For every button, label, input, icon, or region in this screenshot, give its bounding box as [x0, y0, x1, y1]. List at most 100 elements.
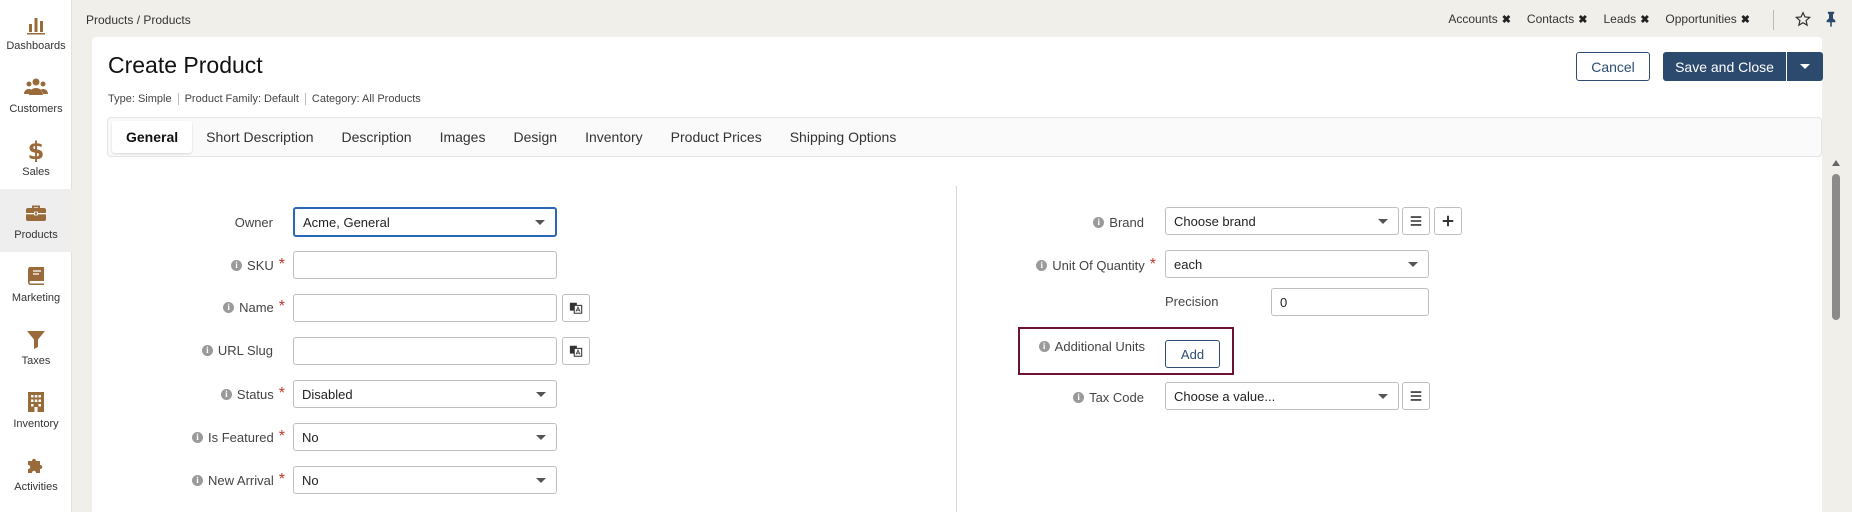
info-icon[interactable]: i: [223, 301, 235, 313]
info-icon[interactable]: i: [201, 344, 213, 356]
users-icon: [24, 78, 48, 95]
is-featured-label-text: Is Featured: [208, 429, 274, 445]
new-arrival-label: i New Arrival *: [160, 470, 285, 490]
divider: [1773, 10, 1774, 30]
save-and-close-button[interactable]: Save and Close: [1663, 52, 1786, 81]
filter-icon: [27, 331, 45, 349]
pin-label[interactable]: Accounts: [1448, 12, 1497, 26]
scrollbar-thumb[interactable]: [1832, 174, 1840, 320]
is-featured-label: i Is Featured *: [160, 427, 285, 447]
tab-product-prices[interactable]: Product Prices: [657, 121, 776, 153]
status-label-text: Status: [236, 386, 274, 402]
info-icon[interactable]: i: [192, 474, 204, 486]
tax-code-list-button[interactable]: [1402, 382, 1430, 410]
chevron-down-icon: [1408, 262, 1418, 267]
new-arrival-value: No: [302, 472, 319, 488]
info-icon[interactable]: i: [192, 431, 203, 443]
tab-general[interactable]: General: [112, 121, 193, 153]
name-label-text: Name: [239, 299, 274, 315]
pin-label[interactable]: Contacts: [1527, 12, 1574, 26]
building-icon: [28, 392, 44, 412]
tab-description[interactable]: Description: [328, 121, 426, 153]
required-asterisk: *: [278, 298, 285, 315]
brand-label: i Brand: [1000, 212, 1144, 232]
sku-label: i SKU *: [160, 255, 285, 275]
tax-code-select[interactable]: Choose a value...: [1165, 382, 1399, 410]
pin-label[interactable]: Leads: [1603, 12, 1636, 26]
is-featured-select[interactable]: No: [293, 423, 557, 451]
pin-leads[interactable]: Leads ✖: [1603, 12, 1649, 26]
meta-category: Category: All Products: [304, 93, 427, 105]
status-select[interactable]: Disabled: [293, 380, 557, 408]
info-icon[interactable]: i: [1036, 259, 1048, 271]
sidebar-item-activities[interactable]: Activities: [0, 441, 72, 504]
breadcrumb[interactable]: Products / Products: [86, 13, 191, 27]
owner-label: Owner: [160, 212, 273, 232]
bar-chart-icon: [27, 18, 45, 35]
close-icon[interactable]: ✖: [1578, 13, 1587, 26]
tab-short-description[interactable]: Short Description: [192, 121, 327, 153]
puzzle-icon: [28, 458, 43, 473]
top-bar: Products / Products Accounts ✖ Contacts ✖ …: [72, 0, 1852, 38]
tab-images[interactable]: Images: [426, 121, 500, 153]
sidebar-item-dashboards[interactable]: Dashboards: [0, 0, 72, 63]
meta-type: Type: Simple: [108, 93, 172, 105]
precision-input[interactable]: 0: [1271, 288, 1429, 316]
sidebar-item-products[interactable]: Products: [0, 189, 72, 252]
info-icon[interactable]: i: [1073, 391, 1085, 403]
close-icon[interactable]: ✖: [1640, 13, 1649, 26]
sidebar-item-customers[interactable]: Customers: [0, 63, 72, 126]
pin-contacts[interactable]: Contacts ✖: [1527, 12, 1588, 26]
close-icon[interactable]: ✖: [1741, 13, 1750, 26]
owner-label-text: Owner: [234, 214, 273, 230]
sidebar-item-label: Inventory: [13, 418, 59, 430]
sku-input[interactable]: [293, 251, 557, 279]
sidebar-item-taxes[interactable]: Taxes: [0, 315, 72, 378]
sidebar-item-marketing[interactable]: Marketing: [0, 252, 72, 315]
chevron-down-icon: [536, 478, 546, 483]
tab-shipping-options[interactable]: Shipping Options: [776, 121, 911, 153]
translate-icon: [569, 345, 583, 357]
info-icon[interactable]: i: [231, 259, 243, 271]
pin-accounts[interactable]: Accounts ✖: [1448, 12, 1511, 26]
tab-design[interactable]: Design: [499, 121, 571, 153]
plus-icon: [1442, 215, 1454, 227]
info-icon[interactable]: i: [1093, 216, 1105, 228]
save-options-dropdown-button[interactable]: [1787, 52, 1823, 81]
translate-button[interactable]: [562, 294, 590, 322]
additional-units-label-text: Additional Units: [1054, 338, 1145, 354]
chevron-down-icon: [536, 392, 546, 397]
additional-units-label: i Additional Units: [1020, 336, 1145, 356]
brand-select[interactable]: Choose brand: [1165, 207, 1399, 235]
scroll-up-arrow-icon[interactable]: [1832, 160, 1840, 166]
info-icon[interactable]: i: [1038, 340, 1050, 352]
new-arrival-select[interactable]: No: [293, 466, 557, 494]
star-icon[interactable]: [1795, 11, 1811, 27]
name-input[interactable]: [293, 294, 557, 322]
sidebar-item-sales[interactable]: $ Sales: [0, 126, 72, 189]
tab-inventory[interactable]: Inventory: [571, 121, 657, 153]
scrollbar[interactable]: [1832, 160, 1840, 512]
sidebar-item-label: Dashboards: [6, 40, 66, 52]
url-slug-label: i URL Slug: [160, 340, 273, 360]
brand-list-button[interactable]: [1402, 207, 1430, 235]
pinned-pages: Accounts ✖ Contacts ✖ Leads ✖ Opportunities…: [1448, 12, 1750, 26]
unit-of-quantity-select[interactable]: each: [1165, 250, 1429, 278]
add-unit-button[interactable]: Add: [1165, 340, 1220, 368]
url-slug-input[interactable]: [293, 337, 557, 365]
svg-text:$: $: [28, 138, 45, 162]
pin-opportunities[interactable]: Opportunities ✖: [1665, 12, 1750, 26]
required-asterisk: *: [278, 385, 285, 402]
status-label: i Status *: [160, 384, 285, 404]
sidebar-item-inventory[interactable]: Inventory: [0, 378, 72, 441]
translate-button[interactable]: [562, 337, 590, 365]
info-icon[interactable]: i: [220, 388, 232, 400]
pin-icon[interactable]: [1824, 11, 1838, 27]
briefcase-icon: [26, 205, 46, 221]
close-icon[interactable]: ✖: [1502, 13, 1511, 26]
cancel-button[interactable]: Cancel: [1576, 52, 1650, 81]
owner-select[interactable]: Acme, General: [293, 207, 557, 237]
status-value: Disabled: [302, 386, 353, 402]
pin-label[interactable]: Opportunities: [1665, 12, 1736, 26]
add-brand-button[interactable]: [1434, 207, 1462, 235]
